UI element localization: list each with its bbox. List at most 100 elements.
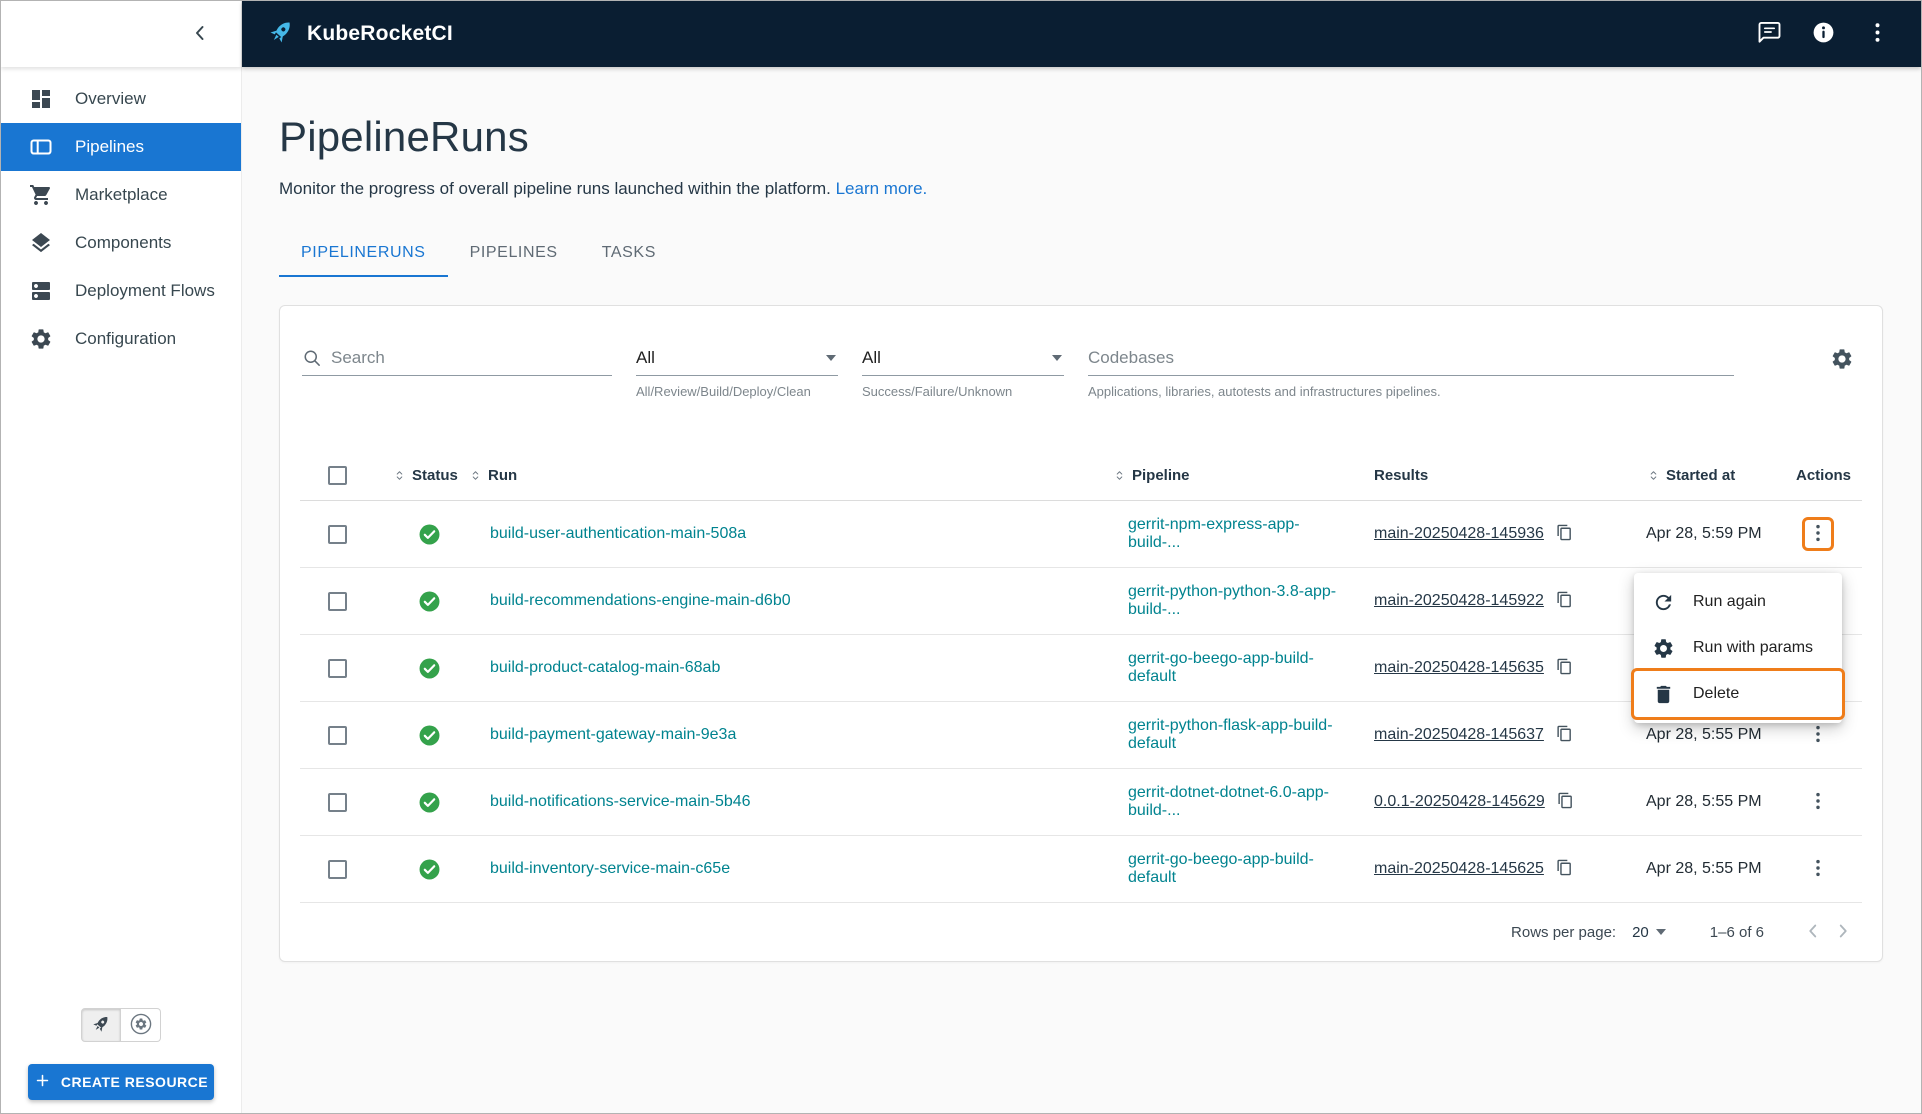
result-link[interactable]: main-20250428-145625 (1374, 860, 1544, 878)
rows-per-page-select[interactable]: 20 (1632, 924, 1668, 941)
pipeline-link[interactable]: gerrit-python-flask-app-build-default (1128, 717, 1333, 752)
select-all-checkbox[interactable] (328, 466, 347, 485)
copy-icon (1556, 591, 1573, 611)
tab-pipelineruns[interactable]: PIPELINERUNS (279, 231, 448, 277)
plus-icon (34, 1072, 51, 1092)
run-link[interactable]: build-user-authentication-main-508a (490, 525, 746, 542)
sidebar-item-components[interactable]: Components (1, 219, 241, 267)
success-status-icon (418, 858, 441, 881)
pipeline-type-value: All (636, 347, 655, 367)
info-button[interactable] (1809, 20, 1837, 48)
run-link[interactable]: build-recommendations-engine-main-d6b0 (490, 592, 791, 609)
column-header-results: Results (1374, 467, 1429, 484)
result-link[interactable]: main-20250428-145922 (1374, 592, 1544, 610)
sidebar-item-pipelines[interactable]: Pipelines (1, 123, 241, 171)
copy-button[interactable] (1554, 523, 1576, 545)
topbar-more-button[interactable] (1863, 20, 1891, 48)
result-link[interactable]: main-20250428-145635 (1374, 659, 1544, 677)
menu-item-delete[interactable]: Delete (1631, 668, 1845, 720)
result-link[interactable]: main-20250428-145637 (1374, 726, 1544, 744)
status-filter[interactable]: All Success/Failure/Unknown (862, 340, 1064, 399)
row-actions-menu: Run again Run with params Delete (1631, 573, 1845, 723)
codebases-input[interactable] (1088, 347, 1734, 368)
page-title: PipelineRuns (279, 113, 529, 160)
copy-button[interactable] (1554, 858, 1576, 880)
info-icon (1811, 20, 1836, 48)
sidebar-item-label: Components (75, 233, 172, 252)
row-actions-button[interactable] (1802, 517, 1834, 551)
status-filter-value: All (862, 347, 881, 367)
row-actions-button[interactable] (1805, 855, 1831, 883)
run-link[interactable]: build-product-catalog-main-68ab (490, 659, 720, 676)
pipeline-link[interactable]: gerrit-python-python-3.8-app-build-... (1128, 583, 1336, 618)
filters-row: All All/Review/Build/Deploy/Clean All Su… (280, 306, 1882, 399)
copy-button[interactable] (1555, 791, 1577, 813)
sidebar-item-label: Deployment Flows (75, 281, 215, 300)
sort-icon (468, 468, 483, 483)
row-checkbox[interactable] (328, 792, 347, 812)
previous-page-button[interactable] (1798, 917, 1828, 947)
result-link[interactable]: main-20250428-145936 (1374, 525, 1544, 543)
result-link[interactable]: 0.0.1-20250428-145629 (1374, 793, 1545, 811)
sidebar-item-marketplace[interactable]: Marketplace (1, 171, 241, 219)
pipeline-link[interactable]: gerrit-npm-express-app-build-... (1128, 516, 1300, 551)
sidebar-item-configuration[interactable]: Configuration (1, 315, 241, 363)
sidebar-header (1, 1, 241, 67)
search-field (302, 340, 612, 376)
feedback-chat-button[interactable] (1755, 20, 1783, 48)
started-at-cell: Apr 28, 5:59 PM (1646, 525, 1762, 542)
row-checkbox[interactable] (328, 658, 347, 678)
pipeline-link[interactable]: gerrit-go-beego-app-build-default (1128, 650, 1314, 685)
run-link[interactable]: build-notifications-service-main-5b46 (490, 793, 751, 810)
row-checkbox[interactable] (328, 591, 347, 611)
sidebar-nav: Overview Pipelines Marketplace Component… (1, 67, 241, 363)
tab-tasks[interactable]: TASKS (580, 231, 678, 277)
pipeline-link[interactable]: gerrit-go-beego-app-build-default (1128, 851, 1314, 886)
pipeline-type-filter[interactable]: All All/Review/Build/Deploy/Clean (636, 340, 838, 399)
codebases-filter: Applications, libraries, autotests and i… (1088, 340, 1734, 399)
run-link[interactable]: build-inventory-service-main-c65e (490, 860, 730, 877)
chevron-down-icon (1655, 929, 1666, 935)
sidebar-item-deployment-flows[interactable]: Deployment Flows (1, 267, 241, 315)
column-header-run[interactable]: Run (468, 467, 1076, 484)
column-header-pipeline[interactable]: Pipeline (1076, 467, 1340, 484)
row-checkbox[interactable] (328, 524, 347, 544)
topbar-actions (1755, 20, 1891, 48)
copy-button[interactable] (1554, 657, 1576, 679)
pipelines-icon (29, 135, 53, 159)
tab-pipelines[interactable]: PIPELINES (448, 231, 580, 277)
sidebar-collapse-button[interactable] (183, 17, 217, 51)
sidebar-item-overview[interactable]: Overview (1, 75, 241, 123)
rocket-mode-button[interactable] (81, 1008, 121, 1042)
gear-mode-button[interactable] (121, 1008, 161, 1042)
learn-more-link[interactable]: Learn more. (836, 179, 928, 198)
copy-button[interactable] (1554, 590, 1576, 612)
next-page-button[interactable] (1828, 917, 1858, 947)
run-link[interactable]: build-payment-gateway-main-9e3a (490, 726, 736, 743)
params-gear-icon (1652, 637, 1675, 660)
create-resource-label: CREATE RESOURCE (60, 1074, 209, 1090)
column-header-status[interactable]: Status (372, 467, 468, 484)
rocket-logo-icon (266, 17, 296, 52)
brand: KubeRocketCI (266, 17, 453, 52)
copy-icon (1556, 658, 1573, 678)
row-actions-button[interactable] (1805, 788, 1831, 816)
table-settings-button[interactable] (1824, 342, 1860, 378)
column-header-started-at[interactable]: Started at (1612, 467, 1774, 484)
menu-item-run-again[interactable]: Run again (1634, 579, 1842, 625)
dashboard-icon (29, 87, 53, 111)
subtitle-text: Monitor the progress of overall pipeline… (279, 179, 831, 198)
pipeline-link[interactable]: gerrit-dotnet-dotnet-6.0-app-build-... (1128, 784, 1329, 819)
row-actions-button[interactable] (1805, 721, 1831, 749)
column-header-actions: Actions (1796, 467, 1852, 484)
row-checkbox[interactable] (328, 859, 347, 879)
search-input[interactable] (331, 347, 612, 368)
sort-icon (392, 468, 407, 483)
table-row: build-user-authentication-main-508a gerr… (300, 501, 1862, 568)
search-icon (302, 348, 322, 368)
copy-button[interactable] (1554, 724, 1576, 746)
create-resource-button[interactable]: CREATE RESOURCE (28, 1064, 214, 1100)
menu-item-run-with-params[interactable]: Run with params (1634, 625, 1842, 671)
row-checkbox[interactable] (328, 725, 347, 745)
